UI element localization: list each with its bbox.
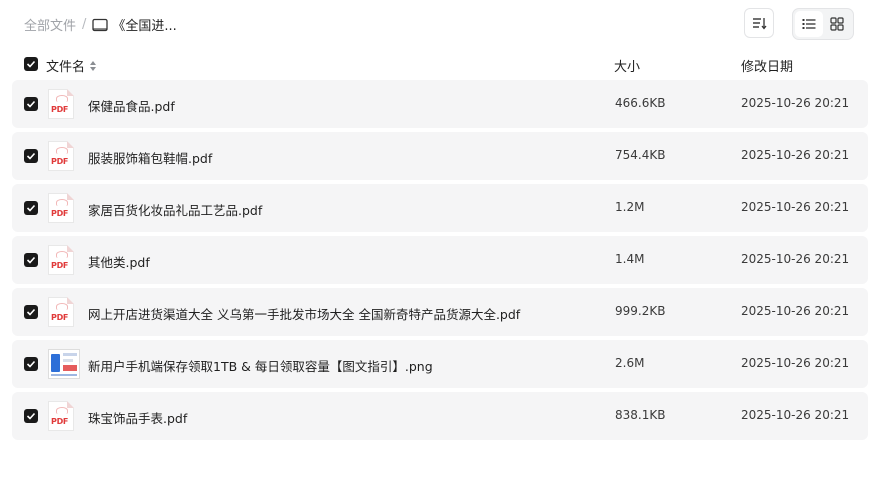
file-icon: PDF <box>48 401 74 431</box>
file-icon: PDF <box>48 297 74 327</box>
check-icon <box>26 308 36 316</box>
file-date: 2025-10-26 20:21 <box>741 200 850 214</box>
file-name[interactable]: 新用户手机端保存领取1TB & 每日领取容量【图文指引】.png <box>88 356 433 375</box>
check-icon <box>26 204 36 212</box>
row-checkbox[interactable] <box>24 149 38 163</box>
file-name[interactable]: 珠宝饰品手表.pdf <box>88 408 187 427</box>
row-checkbox[interactable] <box>24 409 38 423</box>
file-icon: PDF <box>48 245 74 275</box>
grid-view-icon <box>830 17 844 31</box>
file-size: 2.6M <box>615 356 645 370</box>
column-size-header[interactable]: 大小 <box>614 56 640 75</box>
file-name[interactable]: 服装服饰箱包鞋帽.pdf <box>88 148 212 167</box>
file-row[interactable]: PDF 服装服饰箱包鞋帽.pdf 754.4KB 2025-10-26 20:21 <box>12 132 868 180</box>
file-icon: PDF <box>48 193 74 223</box>
file-date: 2025-10-26 20:21 <box>741 148 850 162</box>
book-icon <box>92 18 109 31</box>
check-icon <box>26 412 36 420</box>
sort-button[interactable] <box>744 8 774 38</box>
file-date: 2025-10-26 20:21 <box>741 252 850 266</box>
pdf-file-icon: PDF <box>48 297 74 327</box>
check-icon <box>26 360 36 368</box>
file-date: 2025-10-26 20:21 <box>741 96 850 110</box>
grid-view-button[interactable] <box>823 11 851 37</box>
file-name[interactable]: 保健品食品.pdf <box>88 96 175 115</box>
breadcrumb: 全部文件 / 《全国进... <box>24 15 177 34</box>
select-all-checkbox[interactable] <box>24 57 38 71</box>
file-name[interactable]: 网上开店进货渠道大全 义乌第一手批发市场大全 全国新奇特产品货源大全.pdf <box>88 304 520 323</box>
file-row[interactable]: PDF 网上开店进货渠道大全 义乌第一手批发市场大全 全国新奇特产品货源大全.pd… <box>12 288 868 336</box>
file-name[interactable]: 其他类.pdf <box>88 252 150 271</box>
pdf-file-icon: PDF <box>48 89 74 119</box>
column-date-header[interactable]: 修改日期 <box>741 56 793 75</box>
file-size: 1.4M <box>615 252 645 266</box>
file-row[interactable]: PDF 其他类.pdf 1.4M 2025-10-26 20:21 <box>12 236 868 284</box>
pdf-file-icon: PDF <box>48 245 74 275</box>
file-date: 2025-10-26 20:21 <box>741 304 850 318</box>
check-icon <box>26 60 36 68</box>
file-list: PDF 保健品食品.pdf 466.6KB 2025-10-26 20:21 PDF 服装… <box>12 80 868 444</box>
row-checkbox[interactable] <box>24 357 38 371</box>
file-date: 2025-10-26 20:21 <box>741 356 850 370</box>
check-icon <box>26 256 36 264</box>
pdf-file-icon: PDF <box>48 141 74 171</box>
row-checkbox[interactable] <box>24 253 38 267</box>
pdf-file-icon: PDF <box>48 193 74 223</box>
column-name-header[interactable]: 文件名 <box>46 56 97 75</box>
list-view-button[interactable] <box>795 11 823 37</box>
image-file-icon <box>48 349 80 379</box>
file-icon: PDF <box>48 141 74 171</box>
file-icon: PDF <box>48 89 74 119</box>
pdf-file-icon: PDF <box>48 401 74 431</box>
file-list-header: 文件名 大小 修改日期 <box>24 55 854 75</box>
file-size: 754.4KB <box>615 148 666 162</box>
top-bar: 全部文件 / 《全国进... <box>24 8 854 40</box>
file-size: 1.2M <box>615 200 645 214</box>
file-row[interactable]: PDF 珠宝饰品手表.pdf 838.1KB 2025-10-26 20:21 <box>12 392 868 440</box>
file-row[interactable]: PDF 保健品食品.pdf 466.6KB 2025-10-26 20:21 <box>12 80 868 128</box>
file-row[interactable]: PDF 家居百货化妆品礼品工艺品.pdf 1.2M 2025-10-26 20:21 <box>12 184 868 232</box>
file-icon <box>48 349 80 379</box>
breadcrumb-root[interactable]: 全部文件 <box>24 15 76 34</box>
breadcrumb-separator: / <box>82 17 87 32</box>
file-row[interactable]: 新用户手机端保存领取1TB & 每日领取容量【图文指引】.png 2.6M 2025… <box>12 340 868 388</box>
sort-icon <box>753 18 767 30</box>
file-date: 2025-10-26 20:21 <box>741 408 850 422</box>
file-size: 999.2KB <box>615 304 666 318</box>
row-checkbox[interactable] <box>24 201 38 215</box>
check-icon <box>26 152 36 160</box>
list-view-icon <box>802 19 816 29</box>
file-size: 466.6KB <box>615 96 666 110</box>
file-size: 838.1KB <box>615 408 666 422</box>
row-checkbox[interactable] <box>24 305 38 319</box>
sort-toggle-icon <box>90 60 97 71</box>
view-switch <box>792 8 854 40</box>
column-name-label: 文件名 <box>46 60 86 75</box>
row-checkbox[interactable] <box>24 97 38 111</box>
file-name[interactable]: 家居百货化妆品礼品工艺品.pdf <box>88 200 262 219</box>
check-icon <box>26 100 36 108</box>
breadcrumb-current: 《全国进... <box>92 15 177 34</box>
breadcrumb-current-label: 《全国进... <box>112 19 177 34</box>
